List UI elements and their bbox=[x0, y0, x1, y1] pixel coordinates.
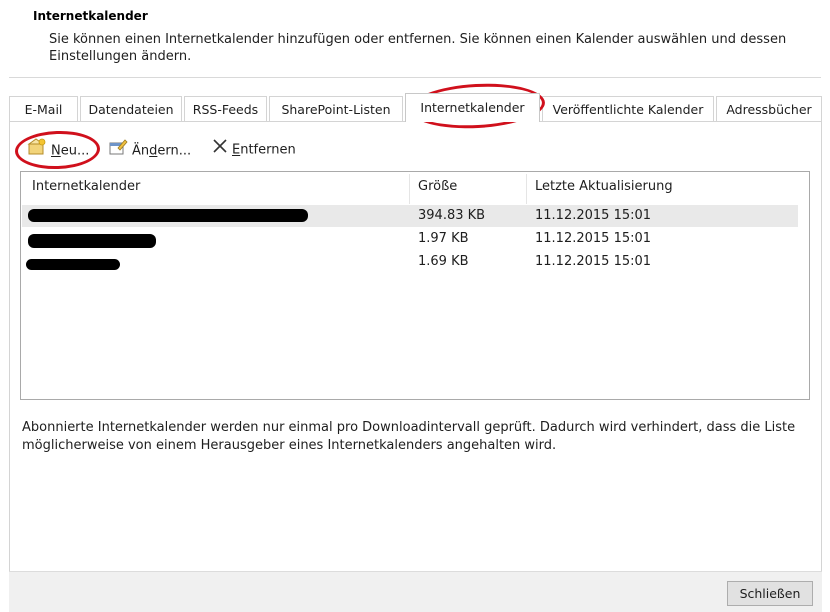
change-button[interactable]: Ändern... bbox=[108, 138, 191, 160]
change-label-pre: Än bbox=[132, 143, 150, 159]
redaction-mark bbox=[28, 209, 308, 222]
row-size: 1.97 KB bbox=[418, 231, 469, 246]
column-header-name[interactable]: Internetkalender bbox=[32, 179, 140, 194]
remove-button[interactable]: Entfernen bbox=[212, 138, 296, 160]
calendar-list[interactable]: Internetkalender Größe Letzte Aktualisie… bbox=[20, 171, 810, 400]
tab-sharepoint-listen[interactable]: SharePoint-Listen bbox=[269, 96, 403, 121]
tab-bar: E-Mail Datendateien RSS-Feeds SharePoint… bbox=[9, 93, 822, 123]
section-title: Internetkalender bbox=[33, 9, 148, 23]
change-label-post: ern... bbox=[157, 143, 192, 159]
divider bbox=[9, 77, 821, 78]
table-row[interactable]: 1.97 KB 11.12.2015 15:01 bbox=[22, 228, 798, 250]
change-settings-icon bbox=[108, 138, 128, 164]
column-divider bbox=[526, 174, 527, 204]
row-updated: 11.12.2015 15:01 bbox=[535, 254, 652, 269]
row-size: 1.69 KB bbox=[418, 254, 469, 269]
new-button[interactable]: Neu... bbox=[27, 138, 89, 160]
redaction-mark bbox=[28, 234, 156, 248]
table-row[interactable]: 1.69 KB 11.12.2015 15:01 bbox=[22, 251, 798, 273]
tab-veroeffentlichte-kalender[interactable]: Veröffentlichte Kalender bbox=[542, 96, 714, 121]
table-row[interactable]: 394.83 KB 11.12.2015 15:01 bbox=[22, 205, 798, 227]
column-header-size[interactable]: Größe bbox=[418, 179, 457, 194]
close-button[interactable]: Schließen bbox=[727, 581, 813, 606]
tab-rss-feeds[interactable]: RSS-Feeds bbox=[184, 96, 267, 121]
column-header-updated[interactable]: Letzte Aktualisierung bbox=[535, 179, 673, 194]
section-description: Sie können einen Internetkalender hinzuf… bbox=[49, 32, 787, 64]
tab-email[interactable]: E-Mail bbox=[9, 96, 78, 121]
tab-adressbuecher[interactable]: Adressbücher bbox=[716, 96, 822, 121]
remove-label-accel: E bbox=[232, 142, 241, 158]
tab-datendateien[interactable]: Datendateien bbox=[80, 96, 182, 121]
new-label-post: eu... bbox=[60, 143, 90, 159]
redaction-mark bbox=[26, 259, 120, 270]
remove-label-post: ntfernen bbox=[240, 142, 296, 158]
close-x-icon bbox=[212, 138, 228, 162]
button-bar bbox=[9, 571, 822, 612]
row-size: 394.83 KB bbox=[418, 208, 486, 223]
column-divider bbox=[409, 174, 410, 204]
new-label-accel: N bbox=[51, 143, 61, 159]
tab-internetkalender[interactable]: Internetkalender bbox=[405, 93, 540, 122]
new-calendar-icon bbox=[27, 138, 47, 164]
row-updated: 11.12.2015 15:01 bbox=[535, 208, 652, 223]
info-text: Abonnierte Internetkalender werden nur e… bbox=[22, 420, 796, 453]
row-updated: 11.12.2015 15:01 bbox=[535, 231, 652, 246]
